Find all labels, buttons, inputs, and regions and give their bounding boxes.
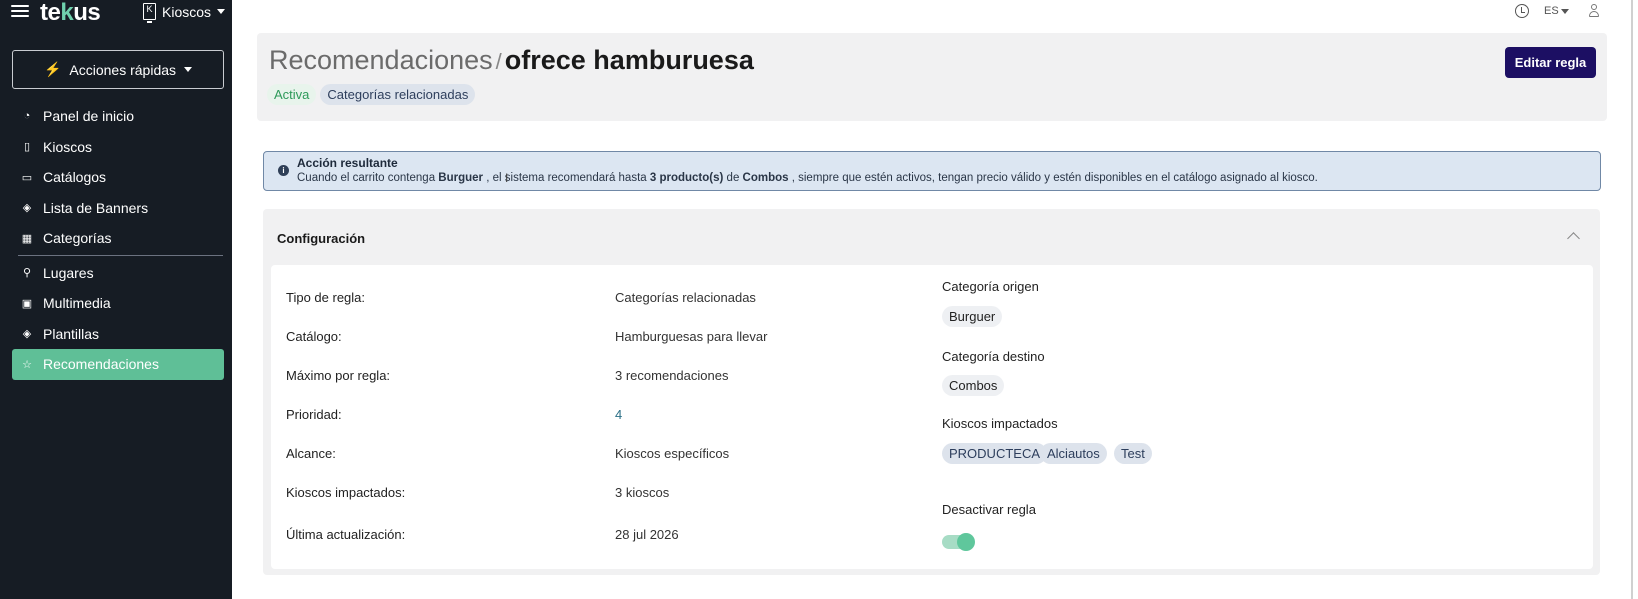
catalog-label: Catálogo: <box>286 329 342 344</box>
quick-actions-button[interactable]: ⚡ Acciones rápidas <box>12 50 224 89</box>
sidebar: tekus K Kioscos ⚡ Acciones rápidas ◔ Pan… <box>0 0 232 599</box>
hamburger-menu-icon[interactable] <box>11 3 29 19</box>
status-badge: Activa <box>267 84 317 105</box>
impacted-kiosks-count-value: 3 kioscos <box>615 485 670 500</box>
image-icon: ▣ <box>21 297 33 310</box>
rule-type-badge: Categorías relacionadas <box>320 84 476 105</box>
sidebar-item-label: Lugares <box>43 264 94 281</box>
sidebar-item-categorias[interactable]: ▦ Categorías <box>12 223 224 254</box>
rule-name: ofrece hamburuesa <box>504 45 754 75</box>
sidebar-item-lista-de-banners[interactable]: ◈ Lista de Banners <box>12 193 224 224</box>
result-action-alert: i Acción resultante Cuando el carrito co… <box>263 151 1601 191</box>
sidebar-header: tekus K Kioscos <box>0 0 232 26</box>
header-badges: Activa Categorías relacionadas <box>267 84 476 105</box>
kiosk-chip: Alciautos <box>1040 443 1107 464</box>
info-icon: i <box>278 165 289 176</box>
sidebar-item-label: Kioscos <box>43 138 93 155</box>
sidebar-item-label: Panel de inicio <box>43 108 135 125</box>
sidebar-item-label: Catálogos <box>43 169 107 186</box>
dashboard-icon: ◔ <box>23 110 31 123</box>
rule-type-label: Tipo de regla: <box>286 290 366 305</box>
history-icon[interactable] <box>1515 4 1529 18</box>
breadcrumb-separator: / <box>495 49 502 74</box>
target-category-label: Categoría destino <box>942 349 1045 364</box>
sidebar-item-label: Lista de Banners <box>43 199 149 216</box>
sidebar-item-recomendaciones[interactable]: ☆ Recomendaciones <box>12 349 224 380</box>
breadcrumb-recomendaciones[interactable]: Recomendaciones <box>269 45 493 75</box>
impacted-kiosks-count-label: Kioscos impactados: <box>286 485 406 500</box>
last-updated-value: 28 jul 2026 <box>615 527 679 542</box>
quick-actions-label: Acciones rápidas <box>69 61 177 78</box>
sidebar-divider <box>18 254 223 256</box>
priority-label: Prioridad: <box>286 407 342 422</box>
language-label: ES <box>1544 5 1559 17</box>
user-icon[interactable] <box>1589 4 1599 18</box>
boxes-icon: ▦ <box>21 232 33 245</box>
max-per-rule-value: 3 recomendaciones <box>615 368 729 383</box>
sidebar-item-kioscos[interactable]: ▯ Kioscos <box>12 132 224 163</box>
sidebar-item-label: Plantillas <box>43 325 100 342</box>
kiosk-chip: PRODUCTECA <box>942 443 1048 464</box>
top-bar: ES <box>232 0 1638 26</box>
chevron-down-icon <box>217 9 226 14</box>
alert-text: Cuando el carrito contenga Burguer , el … <box>297 172 1318 184</box>
sidebar-item-label: Multimedia <box>43 295 111 312</box>
logo[interactable]: tekus <box>40 0 101 27</box>
language-selector[interactable]: ES <box>1544 5 1569 17</box>
lightning-icon: ⚡ <box>43 61 62 77</box>
alert-title: Acción resultante <box>297 156 398 170</box>
star-icon: ☆ <box>22 358 32 371</box>
toggle-knob <box>957 533 975 551</box>
sidebar-nav: ◔ Panel de inicio ▯ Kioscos ▭ Catálogos … <box>12 101 224 380</box>
layers-icon: ◈ <box>22 202 32 215</box>
edit-rule-button[interactable]: Editar regla <box>1505 47 1596 78</box>
last-updated-label: Última actualización: <box>286 527 406 542</box>
window-edge <box>1631 0 1633 599</box>
catalog-value: Hamburguesas para llevar <box>615 329 768 344</box>
configuration-body: Tipo de regla: Categorías relacionadas C… <box>271 265 1593 569</box>
page-header: Recomendaciones / ofrece hamburuesa Activa… <box>257 33 1607 121</box>
priority-value: 4 <box>615 407 623 422</box>
kiosk-switcher-label: Kioscos <box>162 3 212 20</box>
layers-icon: ◈ <box>22 328 32 341</box>
kiosk-icon: ▯ <box>23 141 31 154</box>
kiosk-chip: Test <box>1114 443 1152 464</box>
configuration-title: Configuración <box>277 231 366 246</box>
sidebar-item-multimedia[interactable]: ▣ Multimedia <box>12 288 224 319</box>
chevron-up-icon[interactable] <box>1567 232 1580 245</box>
chevron-down-icon <box>1560 8 1569 14</box>
max-per-rule-label: Máximo por regla: <box>286 368 391 383</box>
kiosk-icon: K <box>143 3 156 23</box>
source-category-label: Categoría origen <box>942 279 1039 294</box>
chevron-down-icon <box>184 67 193 72</box>
text-cursor-icon: I <box>505 171 509 185</box>
configuration-panel: Configuración Tipo de regla: Categorías … <box>263 209 1600 575</box>
rule-type-value: Categorías relacionadas <box>615 290 756 305</box>
sidebar-item-label: Recomendaciones <box>43 356 159 373</box>
source-category-chip: Burguer <box>942 306 1003 327</box>
impacted-kiosks-label: Kioscos impactados <box>942 416 1058 431</box>
deactivate-rule-label: Desactivar regla <box>942 502 1036 517</box>
sidebar-item-panel-de-inicio[interactable]: ◔ Panel de inicio <box>12 101 224 132</box>
sidebar-item-catalogos[interactable]: ▭ Catálogos <box>12 162 224 193</box>
target-category-chip: Combos <box>942 375 1005 396</box>
deactivate-rule-toggle[interactable] <box>942 533 975 551</box>
scope-value: Kioscos específicos <box>615 446 730 461</box>
sidebar-item-plantillas[interactable]: ◈ Plantillas <box>12 319 224 350</box>
sidebar-item-lugares[interactable]: ⚲ Lugares <box>12 258 224 289</box>
sidebar-item-label: Categorías <box>43 230 112 247</box>
scope-label: Alcance: <box>286 446 336 461</box>
book-icon: ▭ <box>21 171 33 184</box>
location-pin-icon: ⚲ <box>22 267 32 280</box>
page-title: Recomendaciones / ofrece hamburuesa <box>269 45 754 76</box>
kiosk-switcher[interactable]: K Kioscos <box>143 3 226 23</box>
